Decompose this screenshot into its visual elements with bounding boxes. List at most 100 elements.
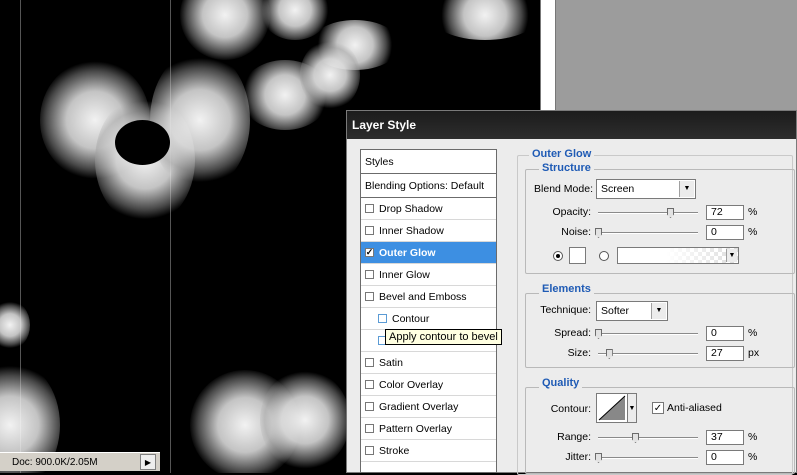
glow-shape — [430, 0, 540, 40]
style-item-label: Outer Glow — [379, 246, 436, 259]
style-checkbox[interactable] — [365, 358, 374, 367]
dialog-titlebar[interactable]: Layer Style — [347, 111, 796, 139]
blend-mode-select[interactable]: Screen ▼ — [596, 179, 696, 199]
spread-slider-track[interactable] — [598, 333, 698, 335]
style-item-label: Pattern Overlay — [379, 422, 452, 435]
anti-aliased-label: Anti-aliased — [667, 402, 722, 414]
style-checkbox[interactable] — [365, 380, 374, 389]
style-checkbox[interactable] — [365, 270, 374, 279]
style-item-inner-glow[interactable]: Inner Glow — [361, 264, 496, 286]
styles-header-label: Styles — [365, 155, 394, 168]
layer-style-dialog: Layer Style Styles Blending Options: Def… — [346, 110, 797, 475]
solid-color-radio[interactable] — [553, 251, 563, 261]
document-window-edge — [540, 0, 556, 110]
range-input[interactable]: 37 — [706, 430, 744, 445]
size-unit: px — [748, 347, 760, 359]
technique-label: Technique: — [540, 304, 591, 316]
style-item-drop-shadow[interactable]: Drop Shadow — [361, 198, 496, 220]
glow-shape — [260, 370, 350, 470]
style-checkbox[interactable] — [378, 314, 387, 323]
chevron-down-icon[interactable]: ▼ — [627, 393, 637, 423]
style-item-stroke[interactable]: Stroke — [361, 440, 496, 462]
noise-slider-track[interactable] — [598, 232, 698, 234]
glow-shape — [150, 50, 250, 190]
style-item-label: Satin — [379, 356, 403, 369]
style-item-pattern-overlay[interactable]: Pattern Overlay — [361, 418, 496, 440]
style-item-label: Inner Glow — [379, 268, 430, 281]
structure-title: Structure — [539, 162, 594, 174]
size-slider-track[interactable] — [598, 353, 698, 355]
range-unit: % — [748, 431, 758, 443]
chevron-down-icon: ▼ — [726, 249, 737, 262]
opacity-unit: % — [748, 206, 758, 218]
anti-aliased-checkbox[interactable]: ✓ — [652, 402, 664, 414]
style-checkbox[interactable] — [365, 292, 374, 301]
style-item-label: Inner Shadow — [379, 224, 444, 237]
jitter-label: Jitter: — [565, 451, 591, 463]
blending-options-item[interactable]: Blending Options: Default — [361, 174, 496, 198]
jitter-slider-track[interactable] — [598, 457, 698, 459]
style-checkbox[interactable] — [365, 446, 374, 455]
style-item-label: Contour — [392, 312, 430, 325]
chevron-down-icon: ▼ — [651, 303, 666, 319]
style-checkbox[interactable] — [365, 424, 374, 433]
spread-label: Spread: — [554, 327, 591, 339]
glow-shape — [0, 300, 30, 350]
opacity-slider-track[interactable] — [598, 212, 698, 214]
dialog-title: Layer Style — [352, 118, 417, 132]
styles-header[interactable]: Styles — [361, 150, 496, 174]
technique-select[interactable]: Softer ▼ — [596, 301, 668, 321]
glow-shape — [300, 40, 360, 110]
blend-mode-label: Blend Mode: — [534, 183, 593, 195]
status-bar: Doc: 900.0K/2.05M ▶ — [0, 452, 160, 471]
style-item-label: Stroke — [379, 444, 410, 457]
style-item-color-overlay[interactable]: Color Overlay — [361, 374, 496, 396]
size-label: Size: — [567, 347, 591, 359]
style-checkbox[interactable] — [365, 204, 374, 213]
range-label: Range: — [557, 431, 591, 443]
tooltip: Apply contour to bevel — [385, 329, 502, 345]
jitter-unit: % — [748, 451, 758, 463]
jitter-input[interactable]: 0 — [706, 450, 744, 465]
chevron-down-icon: ▼ — [679, 181, 694, 197]
noise-unit: % — [748, 226, 758, 238]
quality-title: Quality — [539, 377, 583, 389]
style-checkbox[interactable]: ✓ — [365, 248, 374, 257]
style-item-bevel-and-emboss[interactable]: Bevel and Emboss — [361, 286, 496, 308]
contour-curve-icon — [598, 395, 626, 421]
range-slider-track[interactable] — [598, 437, 698, 439]
size-input[interactable]: 27 — [706, 346, 744, 361]
contour-label: Contour: — [550, 403, 591, 415]
blending-options-label: Blending Options: Default — [365, 179, 485, 192]
spread-input[interactable]: 0 — [706, 326, 744, 341]
style-item-label: Bevel and Emboss — [379, 290, 467, 303]
glow-hole — [115, 120, 170, 165]
workspace-background — [540, 0, 797, 110]
doc-size-info: Doc: 900.0K/2.05M — [12, 456, 98, 468]
style-item-gradient-overlay[interactable]: Gradient Overlay — [361, 396, 496, 418]
style-checkbox[interactable] — [365, 226, 374, 235]
style-item-outer-glow[interactable]: ✓ Outer Glow — [361, 242, 496, 264]
style-item-satin[interactable]: Satin — [361, 352, 496, 374]
style-item-label: Drop Shadow — [379, 202, 443, 215]
contour-picker[interactable] — [596, 393, 628, 423]
elements-title: Elements — [539, 283, 594, 295]
style-item-label: Gradient Overlay — [379, 400, 459, 413]
blend-mode-value: Screen — [601, 183, 635, 195]
glow-color-swatch[interactable] — [569, 247, 586, 264]
style-item-contour[interactable]: Contour — [361, 308, 496, 330]
gradient-radio[interactable] — [599, 251, 609, 261]
opacity-input[interactable]: 72 — [706, 205, 744, 220]
glow-gradient-picker[interactable]: ▼ — [617, 247, 739, 264]
noise-label: Noise: — [561, 226, 591, 238]
spread-unit: % — [748, 327, 758, 339]
style-checkbox[interactable] — [365, 402, 374, 411]
outer-glow-title: Outer Glow — [529, 148, 595, 160]
styles-list: Styles Blending Options: Default Drop Sh… — [360, 149, 497, 473]
opacity-label: Opacity: — [552, 206, 591, 218]
style-item-inner-shadow[interactable]: Inner Shadow — [361, 220, 496, 242]
status-menu-arrow-icon[interactable]: ▶ — [140, 454, 156, 470]
technique-value: Softer — [601, 305, 630, 317]
noise-input[interactable]: 0 — [706, 225, 744, 240]
style-item-label: Color Overlay — [379, 378, 444, 391]
